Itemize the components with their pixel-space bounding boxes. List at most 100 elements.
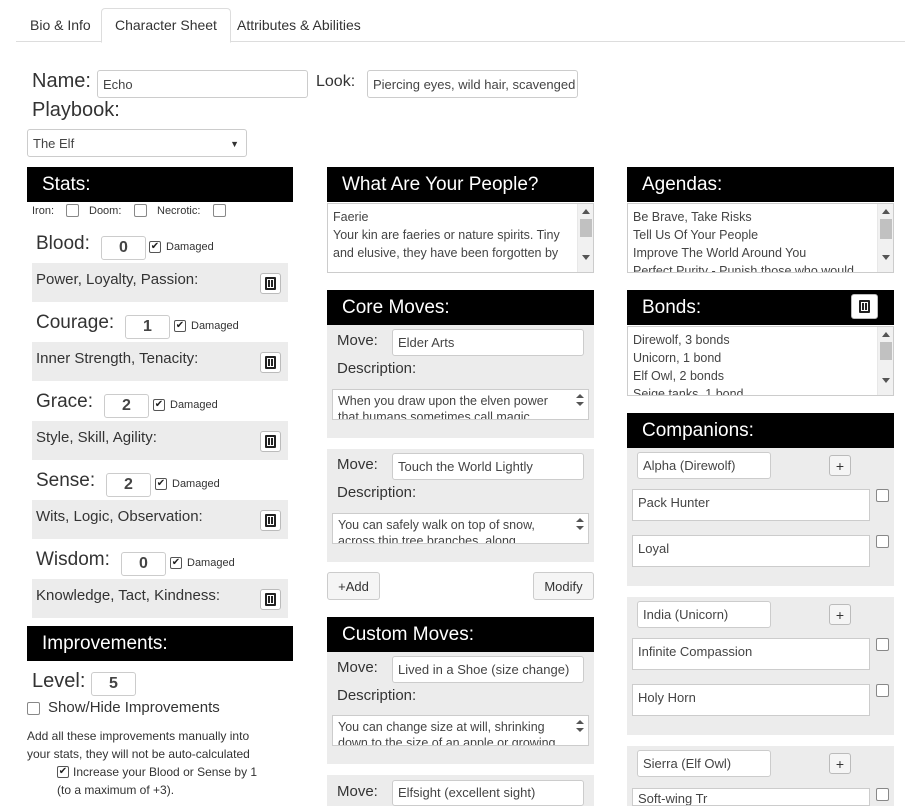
companion-1-name[interactable]: Alpha (Direwolf) [637, 452, 771, 479]
people-header: What Are Your People? [327, 167, 594, 202]
improvements-note-2: your stats, they will not be auto-calcul… [27, 747, 250, 761]
blood-roll-button[interactable] [260, 273, 281, 294]
custom-move-1-name[interactable]: Lived in a Shoe (size change) [392, 656, 584, 683]
necrotic-label: Necrotic: [157, 205, 201, 217]
companion-2-trait-2[interactable]: Holy Horn [632, 684, 870, 716]
tab-character-sheet[interactable]: Character Sheet [101, 8, 231, 43]
necrotic-checkbox[interactable] [213, 204, 226, 217]
custom-move-1-desc[interactable]: You can change size at will, shrinking d… [332, 715, 589, 746]
wisdom-damaged-checkbox[interactable]: ✔ [170, 557, 182, 569]
custom-move-1-spinner[interactable] [573, 716, 588, 745]
agendas-scrollbar[interactable] [877, 204, 893, 272]
core-move-2-desc[interactable]: You can safely walk on top of snow, acro… [332, 513, 589, 544]
grace-roll-button[interactable] [260, 431, 281, 452]
courage-value[interactable]: 1 [125, 315, 170, 339]
core-move-2-desc-line-2: across thin tree branches, along [338, 534, 516, 544]
bonds-scrollbar[interactable] [877, 327, 893, 395]
companion-2-trait-1[interactable]: Infinite Compassion [632, 638, 870, 670]
wisdom-value[interactable]: 0 [121, 552, 166, 576]
core-moves-header: Core Moves: [327, 290, 594, 325]
companion-1-trait-2[interactable]: Loyal [632, 535, 870, 567]
custom-move-1-move-label: Move: [337, 659, 378, 676]
companion-3-trait-1-checkbox[interactable] [876, 788, 889, 801]
companion-1-trait-2-checkbox[interactable] [876, 535, 889, 548]
companion-1-trait-1-checkbox[interactable] [876, 489, 889, 502]
companions-header: Companions: [627, 413, 894, 448]
courage-roll-button[interactable] [260, 352, 281, 373]
companion-2-name[interactable]: India (Unicorn) [637, 601, 771, 628]
sense-desc: Wits, Logic, Observation: [36, 508, 203, 525]
core-move-2-desc-label: Description: [337, 484, 417, 501]
dice-icon [265, 356, 276, 369]
improvement-item-1-cont: (to a maximum of +3). [57, 783, 175, 797]
name-input[interactable]: Echo [97, 70, 308, 98]
custom-move-2-move-label: Move: [337, 783, 378, 800]
custom-move-1-desc-label: Description: [337, 687, 417, 704]
core-move-1-desc-line-2: that humans sometimes call magic [338, 410, 530, 420]
sense-damaged-label: Damaged [172, 478, 220, 490]
companion-2-trait-2-checkbox[interactable] [876, 684, 889, 697]
companion-3-add-button[interactable]: + [829, 753, 851, 774]
modify-moves-button[interactable]: Modify [533, 572, 594, 600]
courage-label: Courage: [36, 312, 115, 333]
core-move-2-spinner[interactable] [573, 514, 588, 543]
custom-move-2-name[interactable]: Elfsight (excellent sight) [392, 780, 584, 806]
playbook-select[interactable]: The Elf ▼ [27, 129, 247, 157]
bonds-textarea[interactable]: Direwolf, 3 bonds Unicorn, 1 bond Elf Ow… [627, 326, 894, 396]
core-move-1-desc-line-1: When you draw upon the elven power [338, 394, 548, 408]
blood-damaged-checkbox[interactable]: ✔ [149, 241, 161, 253]
companion-3-name[interactable]: Sierra (Elf Owl) [637, 750, 771, 777]
core-move-2-desc-line-1: You can safely walk on top of snow, [338, 518, 535, 532]
tab-attributes-abilities[interactable]: Attributes & Abilities [223, 8, 375, 42]
core-move-1-desc[interactable]: When you draw upon the elven power that … [332, 389, 589, 420]
custom-move-1-desc-line-1: You can change size at will, shrinking [338, 720, 545, 734]
improvement-checkbox-1[interactable]: ✔ [57, 766, 69, 778]
doom-checkbox[interactable] [134, 204, 147, 217]
iron-checkbox[interactable] [66, 204, 79, 217]
people-textarea[interactable]: Faerie Your kin are faeries or nature sp… [327, 203, 594, 273]
dice-icon [265, 514, 276, 527]
core-move-1-name[interactable]: Elder Arts [392, 329, 584, 356]
look-label: Look: [316, 73, 356, 90]
iron-label: Iron: [32, 205, 55, 217]
add-move-button[interactable]: +Add [327, 572, 380, 600]
bond-line-1: Direwolf, 3 bonds [633, 333, 730, 347]
bond-line-3: Elf Owl, 2 bonds [633, 369, 725, 383]
sense-value[interactable]: 2 [106, 473, 151, 497]
core-move-1-move-label: Move: [337, 332, 378, 349]
level-value[interactable]: 5 [91, 672, 136, 696]
wisdom-desc: Knowledge, Tact, Kindness: [36, 587, 221, 604]
companion-1-trait-1[interactable]: Pack Hunter [632, 489, 870, 521]
look-input[interactable]: Piercing eyes, wild hair, scavenged [367, 70, 578, 98]
show-improvements-checkbox[interactable] [27, 702, 40, 715]
sense-damaged-checkbox[interactable]: ✔ [155, 478, 167, 490]
sense-roll-button[interactable] [260, 510, 281, 531]
companion-3-trait-1[interactable]: Soft-wing Tr [632, 788, 870, 806]
agendas-header: Agendas: [627, 167, 894, 202]
wisdom-label: Wisdom: [36, 549, 110, 570]
wisdom-roll-button[interactable] [260, 589, 281, 610]
people-scrollbar[interactable] [577, 204, 593, 272]
courage-damaged-checkbox[interactable]: ✔ [174, 320, 186, 332]
tab-bio-info[interactable]: Bio & Info [16, 8, 105, 42]
blood-damaged-label: Damaged [166, 241, 214, 253]
name-label: Name: [32, 70, 91, 92]
grace-value[interactable]: 2 [104, 394, 149, 418]
agendas-textarea[interactable]: Be Brave, Take Risks Tell Us Of Your Peo… [627, 203, 894, 273]
companion-2-trait-1-checkbox[interactable] [876, 638, 889, 651]
core-move-2-name[interactable]: Touch the World Lightly [392, 453, 584, 480]
wisdom-damaged-label: Damaged [187, 557, 235, 569]
blood-value[interactable]: 0 [101, 236, 146, 260]
people-line-4: and elusive, they have been forgotten by [333, 246, 559, 260]
agenda-line-4: Perfect Purity - Punish those who would [633, 264, 854, 273]
improvement-item-1: Increase your Blood or Sense by 1 [73, 765, 258, 779]
companion-2-add-button[interactable]: + [829, 604, 851, 625]
show-improvements-label: Show/Hide Improvements [48, 699, 220, 716]
playbook-value: The Elf [33, 135, 75, 151]
grace-damaged-label: Damaged [170, 399, 218, 411]
tab-bar: Bio & Info Character Sheet Attributes & … [16, 0, 905, 43]
core-move-1-spinner[interactable] [573, 390, 588, 419]
bonds-roll-button[interactable] [851, 294, 878, 319]
companion-1-add-button[interactable]: + [829, 455, 851, 476]
grace-damaged-checkbox[interactable]: ✔ [153, 399, 165, 411]
